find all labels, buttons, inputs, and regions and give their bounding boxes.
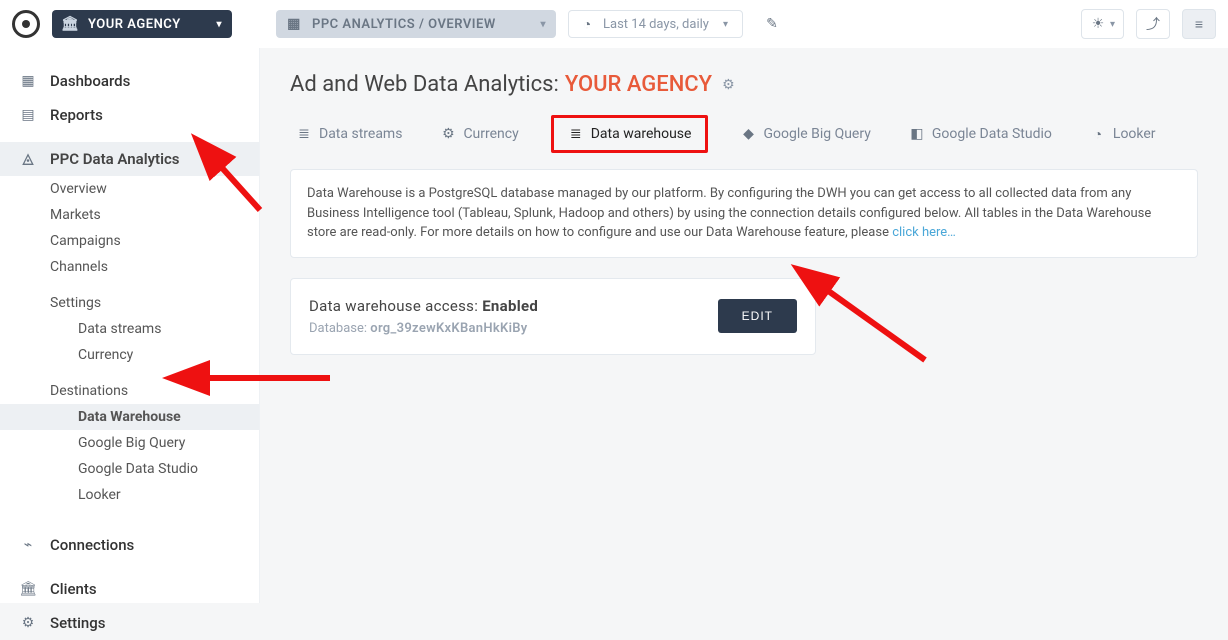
database-icon: ≣: [296, 126, 312, 142]
gear-icon[interactable]: ⚙: [722, 77, 735, 93]
page-title-agency: YOUR AGENCY: [565, 72, 712, 97]
analytics-icon: ◬: [20, 151, 36, 167]
date-range-label: Last 14 days, daily: [603, 17, 709, 32]
main-content: Ad and Web Data Analytics: YOUR AGENCY ⚙…: [260, 48, 1228, 603]
datastudio-icon: ◧: [909, 126, 925, 142]
date-range-selector[interactable]: ◔ Last 14 days, daily ▾: [568, 10, 743, 38]
grid-icon: ▦: [286, 16, 302, 32]
dashboard-icon: ▦: [20, 73, 36, 89]
bigquery-icon: ◆: [740, 126, 756, 142]
tab-google-data-studio[interactable]: ◧ Google Data Studio: [903, 118, 1058, 150]
access-label: Data warehouse access:: [309, 297, 482, 315]
theme-button[interactable]: ☀ ▾: [1081, 9, 1124, 39]
tab-label: Data warehouse: [591, 126, 692, 142]
chevron-down-icon: ▾: [216, 19, 222, 30]
database-icon: ≣: [568, 126, 584, 142]
sidebar-item-ppc-analytics[interactable]: ◬ PPC Data Analytics: [0, 142, 259, 176]
access-db: Database: org_39zewKxKBanHkKiBy: [309, 321, 718, 336]
sidebar-sub-markets[interactable]: Markets: [0, 202, 259, 228]
sidebar-sub-looker[interactable]: Looker: [0, 482, 259, 508]
layout: ▦ Dashboards ▤ Reports ◬ PPC Data Analyt…: [0, 48, 1228, 603]
edit-button[interactable]: EDIT: [718, 299, 797, 333]
sidebar-sub-campaigns[interactable]: Campaigns: [0, 228, 259, 254]
sidebar-item-label: Connections: [50, 536, 134, 554]
logo-icon: [12, 10, 40, 38]
sidebar-item-settings[interactable]: ⚙ Settings: [0, 606, 259, 640]
report-icon: ▤: [20, 107, 36, 123]
tab-currency[interactable]: ⚙ Currency: [434, 118, 524, 150]
agency-selector[interactable]: 🏛 YOUR AGENCY ▾: [52, 10, 232, 38]
sidebar-item-label: Reports: [50, 106, 103, 124]
tab-data-streams[interactable]: ≣ Data streams: [290, 118, 408, 150]
breadcrumb-label: PPC ANALYTICS / OVERVIEW: [312, 17, 496, 32]
sidebar-item-clients[interactable]: 🏛 Clients: [0, 572, 259, 606]
tab-label: Google Big Query: [763, 126, 870, 142]
gear-icon: ⚙: [440, 126, 456, 142]
tab-row: ≣ Data streams ⚙ Currency ≣ Data warehou…: [290, 115, 1198, 153]
info-link[interactable]: click here…: [892, 225, 956, 240]
clock-icon: ◔: [579, 16, 595, 32]
bank-icon: 🏛: [62, 16, 78, 32]
access-card: Data warehouse access: Enabled Database:…: [290, 278, 816, 355]
wand-button[interactable]: ✎: [755, 9, 789, 39]
wand-icon: ✎: [764, 16, 780, 32]
sidebar-group-settings[interactable]: Settings: [0, 290, 259, 316]
breadcrumb-selector[interactable]: ▦ PPC ANALYTICS / OVERVIEW ▾: [276, 10, 556, 38]
looker-icon: ◔: [1090, 126, 1106, 142]
hamburger-icon: ≡: [1191, 16, 1207, 32]
sidebar-item-label: Settings: [50, 614, 106, 632]
gear-icon: ⚙: [20, 615, 36, 631]
agency-selector-label: YOUR AGENCY: [88, 17, 181, 32]
access-title: Data warehouse access: Enabled: [309, 297, 718, 315]
menu-button[interactable]: ≡: [1182, 9, 1216, 39]
chevron-down-icon: ▾: [723, 19, 728, 30]
access-db-label: Database:: [309, 321, 370, 336]
sidebar-item-connections[interactable]: ⌁ Connections: [0, 528, 259, 562]
sidebar-item-label: PPC Data Analytics: [50, 150, 180, 168]
tab-label: Data streams: [319, 126, 402, 142]
tab-data-warehouse[interactable]: ≣ Data warehouse: [551, 115, 709, 153]
sidebar-sub-overview[interactable]: Overview: [0, 176, 259, 202]
sidebar-sub-data-warehouse[interactable]: Data Warehouse: [0, 404, 259, 430]
tab-looker[interactable]: ◔ Looker: [1084, 118, 1162, 150]
sidebar-item-label: Clients: [50, 580, 97, 598]
tab-label: Looker: [1113, 126, 1156, 142]
sun-icon: ☀: [1090, 16, 1106, 32]
plug-icon: ⌁: [20, 537, 36, 553]
chevron-down-icon: ▾: [1110, 19, 1115, 30]
share-button[interactable]: ⤴: [1136, 9, 1170, 39]
tab-label: Currency: [463, 126, 518, 142]
info-text: Data Warehouse is a PostgreSQL database …: [307, 186, 1151, 240]
sidebar-sub-google-data-studio[interactable]: Google Data Studio: [0, 456, 259, 482]
access-db-name: org_39zewKxKBanHkKiBy: [370, 321, 527, 336]
tab-google-big-query[interactable]: ◆ Google Big Query: [734, 118, 876, 150]
page-title: Ad and Web Data Analytics: YOUR AGENCY ⚙: [290, 72, 1198, 97]
info-box: Data Warehouse is a PostgreSQL database …: [290, 169, 1198, 258]
sidebar-sub-data-streams[interactable]: Data streams: [0, 316, 259, 342]
sidebar-group-destinations[interactable]: Destinations: [0, 378, 259, 404]
chevron-down-icon: ▾: [540, 19, 546, 30]
sidebar-item-dashboards[interactable]: ▦ Dashboards: [0, 64, 259, 98]
tab-label: Google Data Studio: [932, 126, 1052, 142]
sidebar-sub-channels[interactable]: Channels: [0, 254, 259, 280]
topbar: 🏛 YOUR AGENCY ▾ ▦ PPC ANALYTICS / OVERVI…: [0, 0, 1228, 48]
sidebar-sub-google-big-query[interactable]: Google Big Query: [0, 430, 259, 456]
share-icon: ⤴: [1145, 16, 1161, 32]
access-status: Enabled: [482, 297, 538, 315]
sidebar-item-label: Dashboards: [50, 72, 130, 90]
sidebar-item-reports[interactable]: ▤ Reports: [0, 98, 259, 132]
bank-icon: 🏛: [20, 581, 36, 597]
page-title-prefix: Ad and Web Data Analytics:: [290, 72, 559, 97]
sidebar-sub-currency[interactable]: Currency: [0, 342, 259, 368]
sidebar: ▦ Dashboards ▤ Reports ◬ PPC Data Analyt…: [0, 48, 260, 603]
